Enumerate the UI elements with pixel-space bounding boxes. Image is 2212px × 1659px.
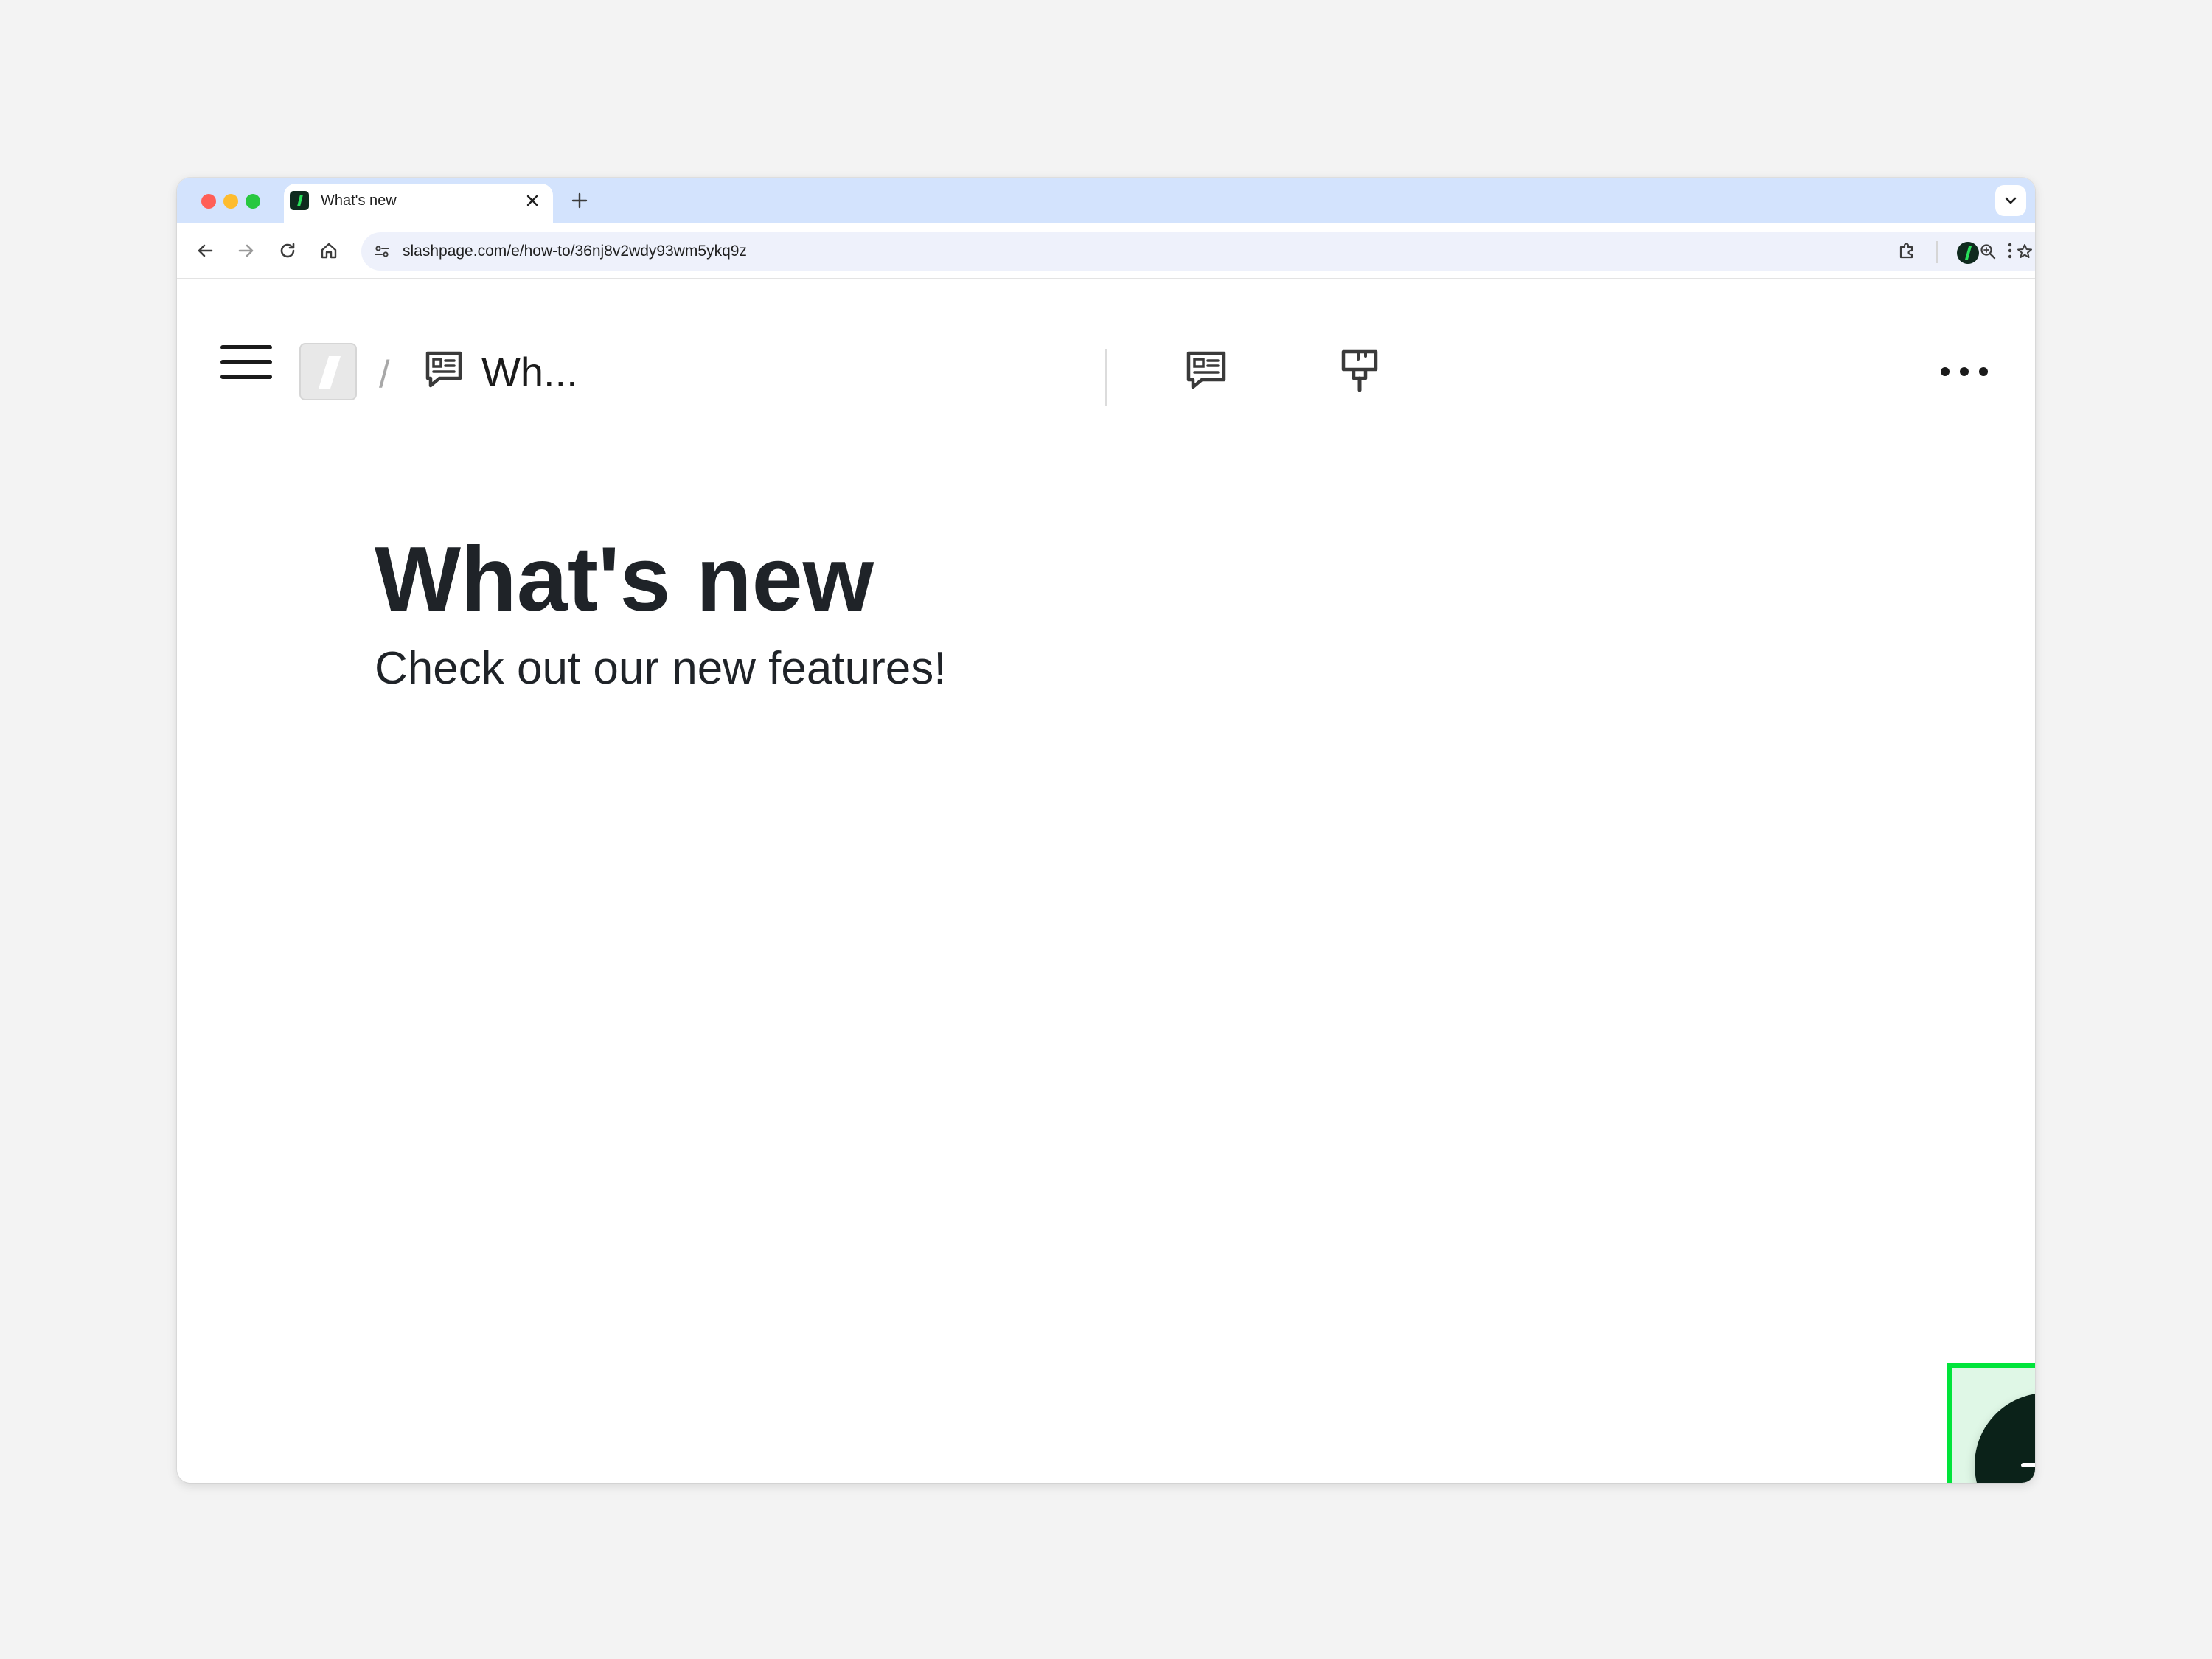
page-title[interactable]: What's new — [375, 524, 874, 635]
more-horizontal-icon[interactable] — [1935, 353, 1994, 390]
window-maximize-button[interactable] — [246, 194, 260, 209]
site-settings-icon[interactable] — [370, 240, 394, 263]
reload-icon — [280, 243, 295, 258]
app-header: / Wh... — [177, 278, 2035, 425]
window-minimize-button[interactable] — [223, 194, 238, 209]
breadcrumb-separator: / — [379, 353, 390, 396]
home-icon — [321, 243, 337, 259]
tab-search-button[interactable] — [1995, 185, 2026, 216]
arrow-right-icon — [238, 244, 254, 257]
board-icon — [422, 347, 466, 392]
reload-button[interactable] — [273, 236, 302, 265]
close-tab-icon[interactable] — [522, 190, 543, 211]
slashpage-favicon-icon — [290, 191, 309, 210]
window-close-button[interactable] — [201, 194, 216, 209]
arrow-left-icon — [198, 244, 213, 257]
back-button[interactable] — [190, 236, 220, 265]
browser-window: What's new slashpage.com/e/how-to/36nj8v… — [177, 178, 2035, 1483]
browser-menu-icon[interactable] — [1995, 236, 2025, 265]
toolbar-divider — [1936, 241, 1938, 263]
new-tab-icon[interactable] — [568, 189, 591, 212]
header-divider — [1105, 349, 1107, 406]
home-button[interactable] — [314, 236, 344, 265]
tab-title: What's new — [321, 192, 397, 209]
url-text[interactable]: slashpage.com/e/how-to/36nj8v2wdy93wm5yk… — [403, 242, 747, 261]
profile-avatar-icon[interactable] — [1957, 242, 1979, 264]
paint-roller-icon[interactable] — [1336, 347, 1383, 394]
forward-button[interactable] — [232, 236, 261, 265]
browser-toolbar: slashpage.com/e/how-to/36nj8v2wdy93wm5yk… — [177, 223, 2035, 279]
workspace-logo-icon[interactable] — [299, 343, 357, 400]
page-subtitle[interactable]: Check out our new features! — [375, 639, 946, 698]
tab-strip: What's new — [177, 178, 2035, 223]
extensions-icon[interactable] — [1892, 236, 1921, 265]
chevron-down-icon — [2005, 197, 2017, 204]
address-bar[interactable]: slashpage.com/e/how-to/36nj8v2wdy93wm5yk… — [361, 232, 2035, 271]
plus-icon — [2021, 1463, 2035, 1467]
breadcrumb-page-title[interactable]: Wh... — [481, 349, 578, 396]
hamburger-icon[interactable] — [220, 340, 273, 384]
board-icon[interactable] — [1183, 347, 1230, 394]
